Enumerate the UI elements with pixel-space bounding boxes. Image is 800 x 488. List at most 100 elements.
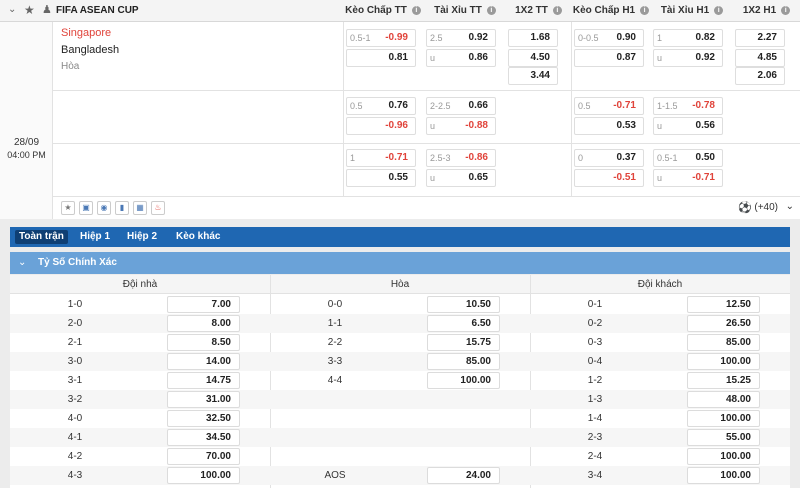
over-under-ft-odds[interactable]: 2.5 0.92 — [426, 29, 496, 47]
handicap-h1-odds[interactable]: -0.51 — [574, 169, 644, 187]
over-under-ft-odds[interactable]: 2.5-3 -0.86 — [426, 149, 496, 167]
chevron-down-icon[interactable]: ⌄ — [786, 201, 794, 212]
info-icon[interactable]: i — [781, 6, 791, 15]
over-under-ft-odds[interactable]: u -0.88 — [426, 117, 496, 135]
handicap-ft-odds[interactable]: 0.55 — [346, 169, 416, 187]
over-under-h1-odds[interactable]: 1-1.5 -0.78 — [653, 97, 723, 115]
star-icon[interactable]: ★ — [61, 201, 75, 215]
score-row-away: 1-2 15.25 — [530, 371, 790, 390]
chevron-down-icon[interactable]: ⌄ — [8, 4, 16, 15]
score-odds[interactable]: 15.75 — [427, 334, 500, 351]
score-odds[interactable]: 55.00 — [687, 429, 760, 446]
score-odds[interactable]: 85.00 — [687, 334, 760, 351]
odds-value: -0.71 — [385, 152, 408, 163]
score-odds[interactable]: 15.25 — [687, 372, 760, 389]
league-name[interactable]: FIFA ASEAN CUP — [56, 5, 139, 16]
chevron-down-icon[interactable]: ⌄ — [18, 257, 26, 268]
score-odds[interactable]: 12.50 — [687, 296, 760, 313]
over-under-h1-odds[interactable]: u -0.71 — [653, 169, 723, 187]
over-under-ft-odds[interactable]: u 0.65 — [426, 169, 496, 187]
score-odds[interactable]: 24.00 — [427, 467, 500, 484]
score-odds[interactable]: 32.50 — [167, 410, 240, 427]
handicap-h1-odds[interactable]: 0.53 — [574, 117, 644, 135]
score-odds[interactable]: 6.50 — [427, 315, 500, 332]
header-away: Đội khách — [530, 275, 790, 294]
handicap-ft-odds[interactable]: 1 -0.71 — [346, 149, 416, 167]
score-odds[interactable]: 100.00 — [687, 410, 760, 427]
handicap-ft-odds[interactable]: 0.5-1 -0.99 — [346, 29, 416, 47]
over-under-ft-odds[interactable]: u 0.86 — [426, 49, 496, 67]
odds-value: 0.53 — [616, 120, 636, 131]
section-header[interactable]: ⌄ Tỷ Số Chính Xác — [10, 252, 790, 274]
score-odds[interactable]: 8.50 — [167, 334, 240, 351]
score-row-away: 0-3 85.00 — [530, 333, 790, 352]
tab-other[interactable]: Kèo khác — [172, 230, 224, 244]
handicap-ft-odds[interactable]: 0.81 — [346, 49, 416, 67]
score-odds[interactable]: 48.00 — [687, 391, 760, 408]
1x2-h1-odds[interactable]: 2.27 — [735, 29, 785, 47]
info-icon[interactable]: i — [411, 6, 421, 15]
info-icon[interactable]: i — [640, 6, 650, 15]
handicap-h1-odds[interactable]: 0 0.37 — [574, 149, 644, 167]
more-markets-count[interactable]: (+40) — [754, 202, 778, 213]
score-odds[interactable]: 100.00 — [167, 467, 240, 484]
1x2-ft-odds[interactable]: 1.68 — [508, 29, 558, 47]
odds-value: -0.96 — [385, 120, 408, 131]
tab-half-1[interactable]: Hiệp 1 — [76, 230, 114, 244]
score-odds[interactable]: 14.75 — [167, 372, 240, 389]
over-under-h1-odds[interactable]: 0.5-1 0.50 — [653, 149, 723, 167]
eye-icon[interactable]: ◉ — [97, 201, 111, 215]
odds-value: 0.37 — [616, 152, 636, 163]
bar-chart-icon[interactable]: ▮ — [115, 201, 129, 215]
trophy-icon: ♟ — [42, 4, 52, 16]
score-odds[interactable]: 14.00 — [167, 353, 240, 370]
score-odds[interactable]: 100.00 — [687, 448, 760, 465]
score-label: 0-0 — [327, 299, 343, 310]
info-icon[interactable]: i — [552, 6, 562, 15]
score-odds[interactable]: 85.00 — [427, 353, 500, 370]
handicap-line: 0.5-1 — [657, 153, 678, 163]
score-odds[interactable]: 10.50 — [427, 296, 500, 313]
1x2-ft-odds[interactable]: 3.44 — [508, 67, 558, 85]
table-icon[interactable]: ▦ — [133, 201, 147, 215]
info-icon[interactable]: i — [714, 6, 724, 15]
over-under-h1-odds[interactable]: u 0.56 — [653, 117, 723, 135]
tab-half-2[interactable]: Hiệp 2 — [123, 230, 161, 244]
score-odds[interactable]: 70.00 — [167, 448, 240, 465]
handicap-h1-odds[interactable]: 0.5 -0.71 — [574, 97, 644, 115]
odds-value: 0.50 — [695, 152, 715, 163]
handicap-h1-odds[interactable]: 0.87 — [574, 49, 644, 67]
score-odds[interactable]: 26.50 — [687, 315, 760, 332]
handicap-h1-odds[interactable]: 0-0.5 0.90 — [574, 29, 644, 47]
handicap-ft-odds[interactable]: -0.96 — [346, 117, 416, 135]
score-odds[interactable]: 100.00 — [427, 372, 500, 389]
score-label: 0-1 — [587, 299, 603, 310]
over-under-h1-odds[interactable]: 1 0.82 — [653, 29, 723, 47]
over-under-h1-odds[interactable]: u 0.92 — [653, 49, 723, 67]
score-odds[interactable]: 31.00 — [167, 391, 240, 408]
handicap-ft-odds[interactable]: 0.5 0.76 — [346, 97, 416, 115]
handicap-line: 0.5-1 — [350, 33, 371, 43]
database-icon[interactable]: ▣ — [79, 201, 93, 215]
star-icon[interactable]: ★ — [24, 3, 35, 17]
1x2-ft-odds[interactable]: 4.50 — [508, 49, 558, 67]
1x2-h1-odds[interactable]: 4.85 — [735, 49, 785, 67]
score-odds[interactable]: 8.00 — [167, 315, 240, 332]
score-odds[interactable]: 100.00 — [687, 353, 760, 370]
odds-value: 1.68 — [530, 32, 550, 43]
away-team[interactable]: Bangladesh — [61, 44, 119, 56]
1x2-h1-odds[interactable]: 2.06 — [735, 67, 785, 85]
odds-value: 0.65 — [468, 172, 488, 183]
score-odds[interactable]: 34.50 — [167, 429, 240, 446]
score-odds[interactable]: 7.00 — [167, 296, 240, 313]
home-team[interactable]: Singapore — [61, 27, 111, 39]
score-label: AOS — [324, 470, 346, 481]
score-odds[interactable]: 100.00 — [687, 467, 760, 484]
ball-icon: ⚽ — [738, 202, 752, 214]
over-under-ft-odds[interactable]: 2-2.5 0.66 — [426, 97, 496, 115]
info-icon[interactable]: i — [486, 6, 496, 15]
fire-icon[interactable]: ♨ — [151, 201, 165, 215]
score-label: 3-3 — [327, 356, 343, 367]
tab-full-match[interactable]: Toàn trận — [15, 230, 68, 244]
odds-value: 0.81 — [388, 52, 408, 63]
